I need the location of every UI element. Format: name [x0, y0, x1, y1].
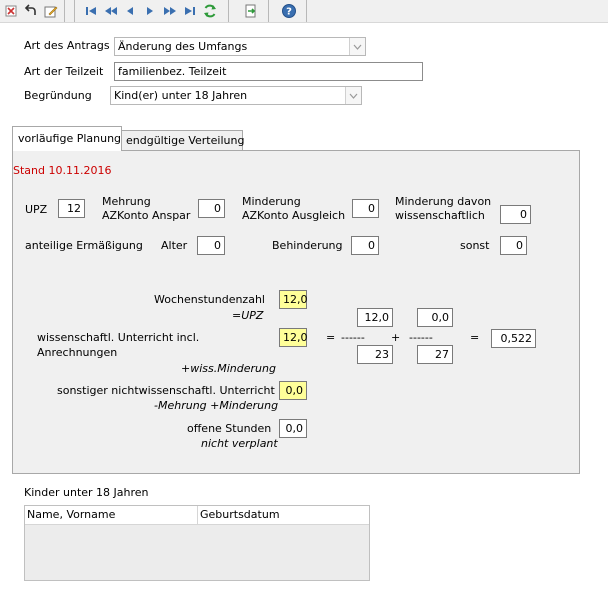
- fraction2-denominator[interactable]: 27: [417, 345, 453, 364]
- fraction2-bar: ------: [409, 331, 433, 344]
- minderung-wiss-label-2: wissenschaftlich: [395, 209, 485, 222]
- kinder-table-header: Name, Vorname Geburtsdatum: [25, 506, 369, 525]
- first-record-icon[interactable]: [82, 2, 100, 20]
- behinderung-label: Behinderung: [272, 239, 343, 252]
- export-icon[interactable]: [242, 2, 260, 20]
- sonst-label: sonst: [460, 239, 490, 252]
- kinder-table[interactable]: Name, Vorname Geburtsdatum: [24, 505, 370, 581]
- toolbar-separator: [306, 0, 307, 22]
- wiss-unterricht-label: wissenschaftl. Unterricht incl.: [37, 331, 200, 344]
- fast-back-icon[interactable]: [102, 2, 120, 20]
- alter-label: Alter: [161, 239, 188, 252]
- equals-sign: =: [326, 331, 336, 344]
- mehrung-field[interactable]: 0: [198, 199, 225, 218]
- help-icon[interactable]: ?: [280, 2, 298, 20]
- minderung-wiss-field[interactable]: 0: [500, 205, 531, 224]
- art-antrag-value: Änderung des Umfangs: [118, 40, 248, 53]
- fast-forward-icon[interactable]: [161, 2, 179, 20]
- undo-icon[interactable]: [22, 2, 40, 20]
- offene-stunden-label: offene Stunden: [187, 422, 272, 435]
- toolbar: ?: [0, 0, 608, 23]
- behinderung-field[interactable]: 0: [351, 236, 379, 255]
- column-header-name[interactable]: Name, Vorname: [25, 506, 198, 524]
- wiss-unterricht-sub: +wiss.Minderung: [181, 362, 276, 375]
- result-field[interactable]: 0,522: [491, 329, 536, 348]
- stand-label: Stand 10.11.2016: [13, 164, 112, 177]
- toolbar-separator: [64, 0, 65, 22]
- previous-icon[interactable]: [121, 2, 139, 20]
- tab-label: vorläufige Planung: [18, 132, 122, 145]
- next-icon[interactable]: [141, 2, 159, 20]
- refresh-icon[interactable]: [201, 2, 219, 20]
- tab-vorlaeufige-planung[interactable]: vorläufige Planung: [12, 126, 122, 151]
- art-teilzeit-field[interactable]: familienbez. Teilzeit: [114, 62, 423, 81]
- wiss-unterricht-label-2: Anrechnungen: [37, 346, 118, 359]
- last-record-icon[interactable]: [181, 2, 199, 20]
- toolbar-separator: [228, 0, 229, 22]
- sonstiger-label: sonstiger nichtwissenschaftl. Unterricht: [57, 384, 275, 397]
- sonstiger-field[interactable]: 0,0: [279, 381, 307, 400]
- minderung-label-2: AZKonto Ausgleich: [242, 209, 346, 222]
- wochenstunden-label: Wochenstundenzahl: [154, 293, 265, 306]
- chevron-down-icon[interactable]: [349, 38, 365, 55]
- art-teilzeit-label: Art der Teilzeit: [24, 65, 104, 78]
- plus-sign: +: [391, 331, 401, 344]
- fraction1-numerator[interactable]: 12,0: [357, 308, 393, 327]
- anteilige-ermaessigung-label: anteilige Ermäßigung: [25, 239, 143, 252]
- begruendung-label: Begründung: [24, 89, 92, 102]
- minderung-field[interactable]: 0: [352, 199, 379, 218]
- upz-label: UPZ: [25, 203, 48, 216]
- art-antrag-select[interactable]: Änderung des Umfangs: [114, 37, 366, 56]
- delete-icon[interactable]: [2, 2, 20, 20]
- upz-field[interactable]: 12: [58, 199, 85, 218]
- wiss-unterricht-field[interactable]: 12,0: [279, 328, 308, 347]
- mehrung-label: Mehrung: [102, 195, 151, 208]
- chevron-down-icon[interactable]: [345, 87, 361, 104]
- wochenstunden-sub: =UPZ: [232, 309, 264, 322]
- svg-text:?: ?: [286, 7, 292, 18]
- wochenstunden-field[interactable]: 12,0: [279, 290, 308, 309]
- minderung-wiss-label: Minderung davon: [395, 195, 492, 208]
- offene-stunden-sub: nicht verplant: [201, 437, 278, 450]
- edit-icon[interactable]: [42, 2, 60, 20]
- begruendung-value: Kind(er) unter 18 Jahren: [114, 89, 248, 102]
- tab-label: endgültige Verteilung: [126, 134, 245, 147]
- art-antrag-label: Art des Antrags: [24, 39, 110, 52]
- toolbar-separator: [74, 0, 75, 22]
- toolbar-separator: [268, 0, 269, 22]
- equals-sign-2: =: [470, 331, 480, 344]
- tab-endgueltige-verteilung[interactable]: endgültige Verteilung: [121, 130, 245, 151]
- column-header-geburtsdatum[interactable]: Geburtsdatum: [198, 506, 369, 524]
- alter-field[interactable]: 0: [197, 236, 225, 255]
- planung-panel: Stand 10.11.2016 UPZ 12 Mehrung AZKonto …: [12, 150, 580, 474]
- minderung-label: Minderung: [242, 195, 301, 208]
- kinder-title: Kinder unter 18 Jahren: [24, 486, 149, 499]
- fraction2-numerator[interactable]: 0,0: [417, 308, 453, 327]
- mehrung-label-2: AZKonto Anspar: [102, 209, 191, 222]
- begruendung-select[interactable]: Kind(er) unter 18 Jahren: [110, 86, 362, 105]
- sonstiger-sub: -Mehrung +Minderung: [154, 399, 279, 412]
- fraction1-denominator[interactable]: 23: [357, 345, 393, 364]
- fraction1-bar: ------: [341, 331, 365, 344]
- offene-stunden-field[interactable]: 0,0: [279, 419, 307, 438]
- sonst-field[interactable]: 0: [500, 236, 527, 255]
